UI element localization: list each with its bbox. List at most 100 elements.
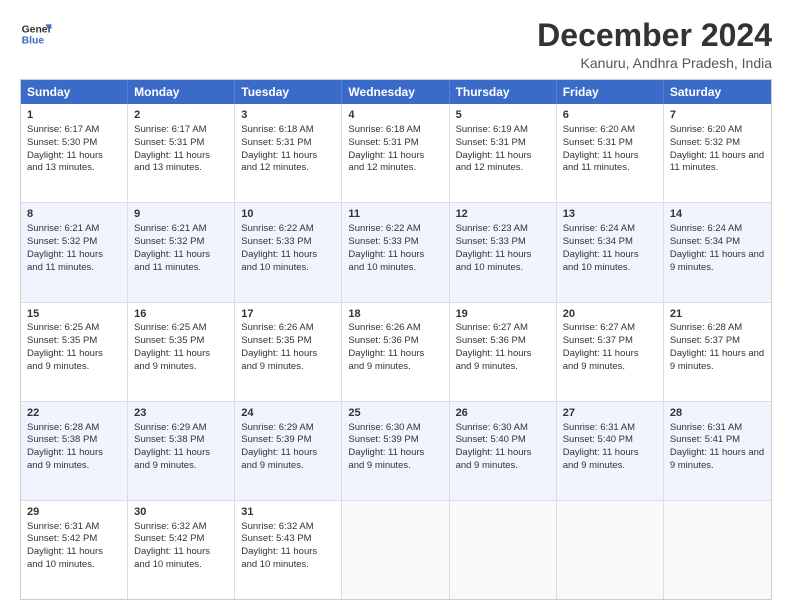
sunset-text: Sunset: 5:41 PM bbox=[670, 434, 740, 445]
sunrise-text: Sunrise: 6:26 AM bbox=[241, 322, 313, 333]
calendar-cell: 13Sunrise: 6:24 AMSunset: 5:34 PMDayligh… bbox=[557, 203, 664, 301]
daylight-text: Daylight: 11 hours and 11 minutes. bbox=[27, 249, 103, 273]
svg-text:Blue: Blue bbox=[22, 36, 45, 47]
day-number: 27 bbox=[563, 406, 657, 421]
calendar-cell: 8Sunrise: 6:21 AMSunset: 5:32 PMDaylight… bbox=[21, 203, 128, 301]
day-number: 29 bbox=[27, 505, 121, 520]
sunrise-text: Sunrise: 6:29 AM bbox=[134, 422, 206, 433]
day-number: 4 bbox=[348, 108, 442, 123]
calendar-cell: 11Sunrise: 6:22 AMSunset: 5:33 PMDayligh… bbox=[342, 203, 449, 301]
sunrise-text: Sunrise: 6:31 AM bbox=[27, 521, 99, 532]
sunset-text: Sunset: 5:35 PM bbox=[27, 335, 97, 346]
daylight-text: Daylight: 11 hours and 9 minutes. bbox=[241, 447, 317, 471]
sunset-text: Sunset: 5:40 PM bbox=[456, 434, 526, 445]
day-number: 12 bbox=[456, 207, 550, 222]
day-header: Monday bbox=[128, 80, 235, 104]
daylight-text: Daylight: 11 hours and 12 minutes. bbox=[348, 150, 424, 174]
sunrise-text: Sunrise: 6:32 AM bbox=[134, 521, 206, 532]
calendar-cell: 25Sunrise: 6:30 AMSunset: 5:39 PMDayligh… bbox=[342, 402, 449, 500]
daylight-text: Daylight: 11 hours and 12 minutes. bbox=[241, 150, 317, 174]
sunrise-text: Sunrise: 6:18 AM bbox=[241, 124, 313, 135]
daylight-text: Daylight: 11 hours and 10 minutes. bbox=[348, 249, 424, 273]
sunset-text: Sunset: 5:39 PM bbox=[241, 434, 311, 445]
day-number: 10 bbox=[241, 207, 335, 222]
daylight-text: Daylight: 11 hours and 10 minutes. bbox=[241, 249, 317, 273]
sunrise-text: Sunrise: 6:27 AM bbox=[456, 322, 528, 333]
calendar-cell: 23Sunrise: 6:29 AMSunset: 5:38 PMDayligh… bbox=[128, 402, 235, 500]
calendar-cell bbox=[450, 501, 557, 599]
calendar: SundayMondayTuesdayWednesdayThursdayFrid… bbox=[20, 79, 772, 600]
calendar-cell: 9Sunrise: 6:21 AMSunset: 5:32 PMDaylight… bbox=[128, 203, 235, 301]
calendar-cell: 27Sunrise: 6:31 AMSunset: 5:40 PMDayligh… bbox=[557, 402, 664, 500]
day-number: 25 bbox=[348, 406, 442, 421]
sunrise-text: Sunrise: 6:30 AM bbox=[456, 422, 528, 433]
daylight-text: Daylight: 11 hours and 10 minutes. bbox=[563, 249, 639, 273]
daylight-text: Daylight: 11 hours and 9 minutes. bbox=[134, 348, 210, 372]
day-number: 23 bbox=[134, 406, 228, 421]
sunrise-text: Sunrise: 6:28 AM bbox=[670, 322, 742, 333]
calendar-cell: 26Sunrise: 6:30 AMSunset: 5:40 PMDayligh… bbox=[450, 402, 557, 500]
daylight-text: Daylight: 11 hours and 9 minutes. bbox=[134, 447, 210, 471]
day-number: 6 bbox=[563, 108, 657, 123]
day-number: 9 bbox=[134, 207, 228, 222]
daylight-text: Daylight: 11 hours and 10 minutes. bbox=[456, 249, 532, 273]
sunrise-text: Sunrise: 6:17 AM bbox=[27, 124, 99, 135]
sunset-text: Sunset: 5:42 PM bbox=[27, 533, 97, 544]
sunrise-text: Sunrise: 6:24 AM bbox=[563, 223, 635, 234]
logo-icon: General Blue bbox=[20, 18, 52, 50]
sunrise-text: Sunrise: 6:31 AM bbox=[670, 422, 742, 433]
sunrise-text: Sunrise: 6:21 AM bbox=[27, 223, 99, 234]
day-number: 1 bbox=[27, 108, 121, 123]
sunset-text: Sunset: 5:43 PM bbox=[241, 533, 311, 544]
day-number: 8 bbox=[27, 207, 121, 222]
calendar-cell: 14Sunrise: 6:24 AMSunset: 5:34 PMDayligh… bbox=[664, 203, 771, 301]
calendar-cell: 12Sunrise: 6:23 AM Sunset: 5:33 PM Dayligh… bbox=[450, 203, 557, 301]
sunrise-text: Sunrise: 6:32 AM bbox=[241, 521, 313, 532]
calendar-cell: 3Sunrise: 6:18 AM Sunset: 5:31 PM Daylight… bbox=[235, 104, 342, 202]
sunset-text: Sunset: 5:42 PM bbox=[134, 533, 204, 544]
daylight-text: Daylight: 11 hours and 9 minutes. bbox=[670, 249, 764, 273]
sunset-text: Sunset: 5:37 PM bbox=[670, 335, 740, 346]
day-number: 7 bbox=[670, 108, 765, 123]
sunrise-text: Sunrise: 6:18 AM bbox=[348, 124, 420, 135]
sunrise-text: Sunrise: 6:21 AM bbox=[134, 223, 206, 234]
subtitle: Kanuru, Andhra Pradesh, India bbox=[537, 55, 772, 71]
day-number: 20 bbox=[563, 307, 657, 322]
sunrise-text: Sunrise: 6:17 AM bbox=[134, 124, 206, 135]
sunrise-text: Sunrise: 6:29 AM bbox=[241, 422, 313, 433]
sunrise-text: Sunrise: 6:23 AM bbox=[456, 223, 528, 234]
day-number: 30 bbox=[134, 505, 228, 520]
sunset-text: Sunset: 5:40 PM bbox=[563, 434, 633, 445]
daylight-text: Daylight: 11 hours and 13 minutes. bbox=[27, 150, 103, 174]
day-number: 18 bbox=[348, 307, 442, 322]
sunrise-text: Sunrise: 6:28 AM bbox=[27, 422, 99, 433]
calendar-cell: 20Sunrise: 6:27 AMSunset: 5:37 PMDayligh… bbox=[557, 303, 664, 401]
sunset-text: Sunset: 5:34 PM bbox=[670, 236, 740, 247]
daylight-text: Daylight: 11 hours and 9 minutes. bbox=[348, 348, 424, 372]
sunset-text: Sunset: 5:36 PM bbox=[348, 335, 418, 346]
day-number: 15 bbox=[27, 307, 121, 322]
day-header: Saturday bbox=[664, 80, 771, 104]
calendar-cell: 7Sunrise: 6:20 AMSunset: 5:32 PMDaylight… bbox=[664, 104, 771, 202]
daylight-text: Daylight: 11 hours and 9 minutes. bbox=[670, 447, 764, 471]
sunset-text: Sunset: 5:35 PM bbox=[134, 335, 204, 346]
sunset-text: Sunset: 5:31 PM bbox=[348, 137, 418, 148]
calendar-cell bbox=[342, 501, 449, 599]
sunrise-text: Sunrise: 6:20 AM bbox=[563, 124, 635, 135]
calendar-cell: 28Sunrise: 6:31 AMSunset: 5:41 PMDayligh… bbox=[664, 402, 771, 500]
daylight-text: Daylight: 11 hours and 10 minutes. bbox=[27, 546, 103, 570]
daylight-text: Daylight: 11 hours and 13 minutes. bbox=[134, 150, 210, 174]
calendar-cell bbox=[557, 501, 664, 599]
logo: General Blue bbox=[20, 18, 52, 50]
day-number: 16 bbox=[134, 307, 228, 322]
calendar-cell: 30Sunrise: 6:32 AMSunset: 5:42 PMDayligh… bbox=[128, 501, 235, 599]
day-number: 22 bbox=[27, 406, 121, 421]
sunset-text: Sunset: 5:33 PM bbox=[241, 236, 311, 247]
calendar-cell: 15Sunrise: 6:25 AMSunset: 5:35 PMDayligh… bbox=[21, 303, 128, 401]
calendar-cell: 29Sunrise: 6:31 AMSunset: 5:42 PM Dayligh… bbox=[21, 501, 128, 599]
sunset-text: Sunset: 5:33 PM bbox=[456, 236, 526, 247]
sunset-text: Sunset: 5:31 PM bbox=[241, 137, 311, 148]
calendar-cell: 21Sunrise: 6:28 AMSunset: 5:37 PMDayligh… bbox=[664, 303, 771, 401]
daylight-text: Daylight: 11 hours and 9 minutes. bbox=[670, 348, 764, 372]
day-number: 3 bbox=[241, 108, 335, 123]
